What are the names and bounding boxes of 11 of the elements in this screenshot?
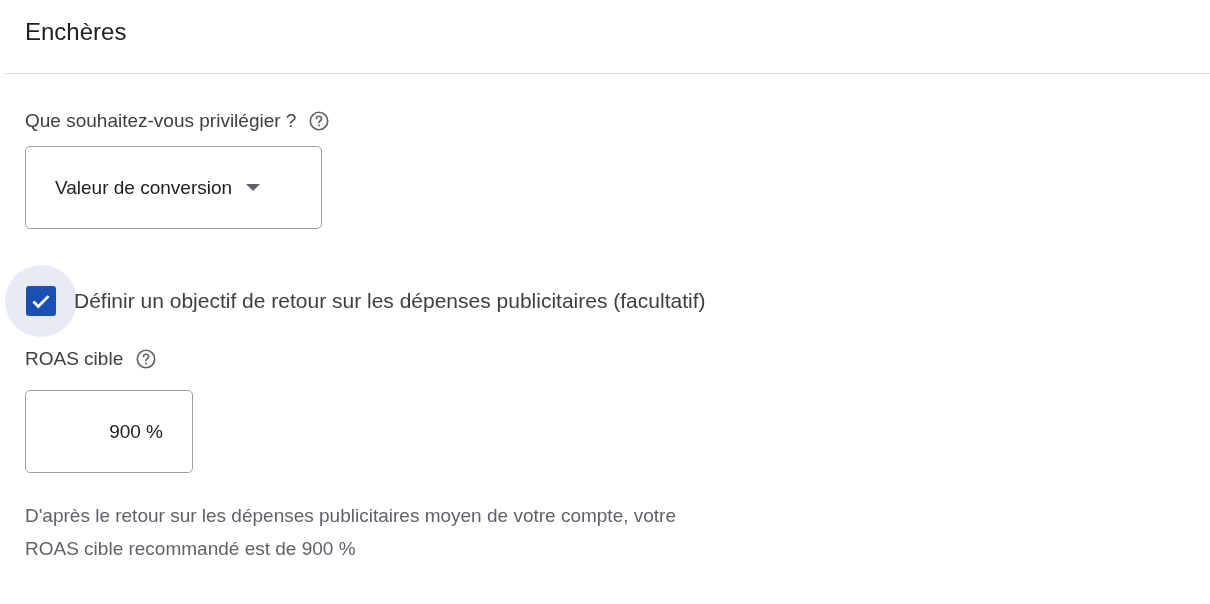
priority-dropdown[interactable]: Valeur de conversion xyxy=(25,146,322,229)
field-label: Que souhaitez-vous privilégier ? xyxy=(25,110,297,132)
section-title: Enchères xyxy=(25,17,127,46)
caret-icon xyxy=(246,184,261,191)
roas-input-field[interactable]: 900 % xyxy=(25,390,193,473)
help-icon[interactable] xyxy=(135,348,158,370)
field-label: ROAS cible xyxy=(25,348,124,370)
hint-text: D'après le retour sur les dépenses publicitaires moyen de votre compte, votre ROAS cible recommandé est de 900 % xyxy=(25,504,677,561)
help-icon[interactable] xyxy=(308,110,331,132)
checkbox-label: Définir un objectif de retour sur les dépenses publicitaires (facultatif) xyxy=(74,289,706,313)
checkbox[interactable] xyxy=(26,286,56,316)
